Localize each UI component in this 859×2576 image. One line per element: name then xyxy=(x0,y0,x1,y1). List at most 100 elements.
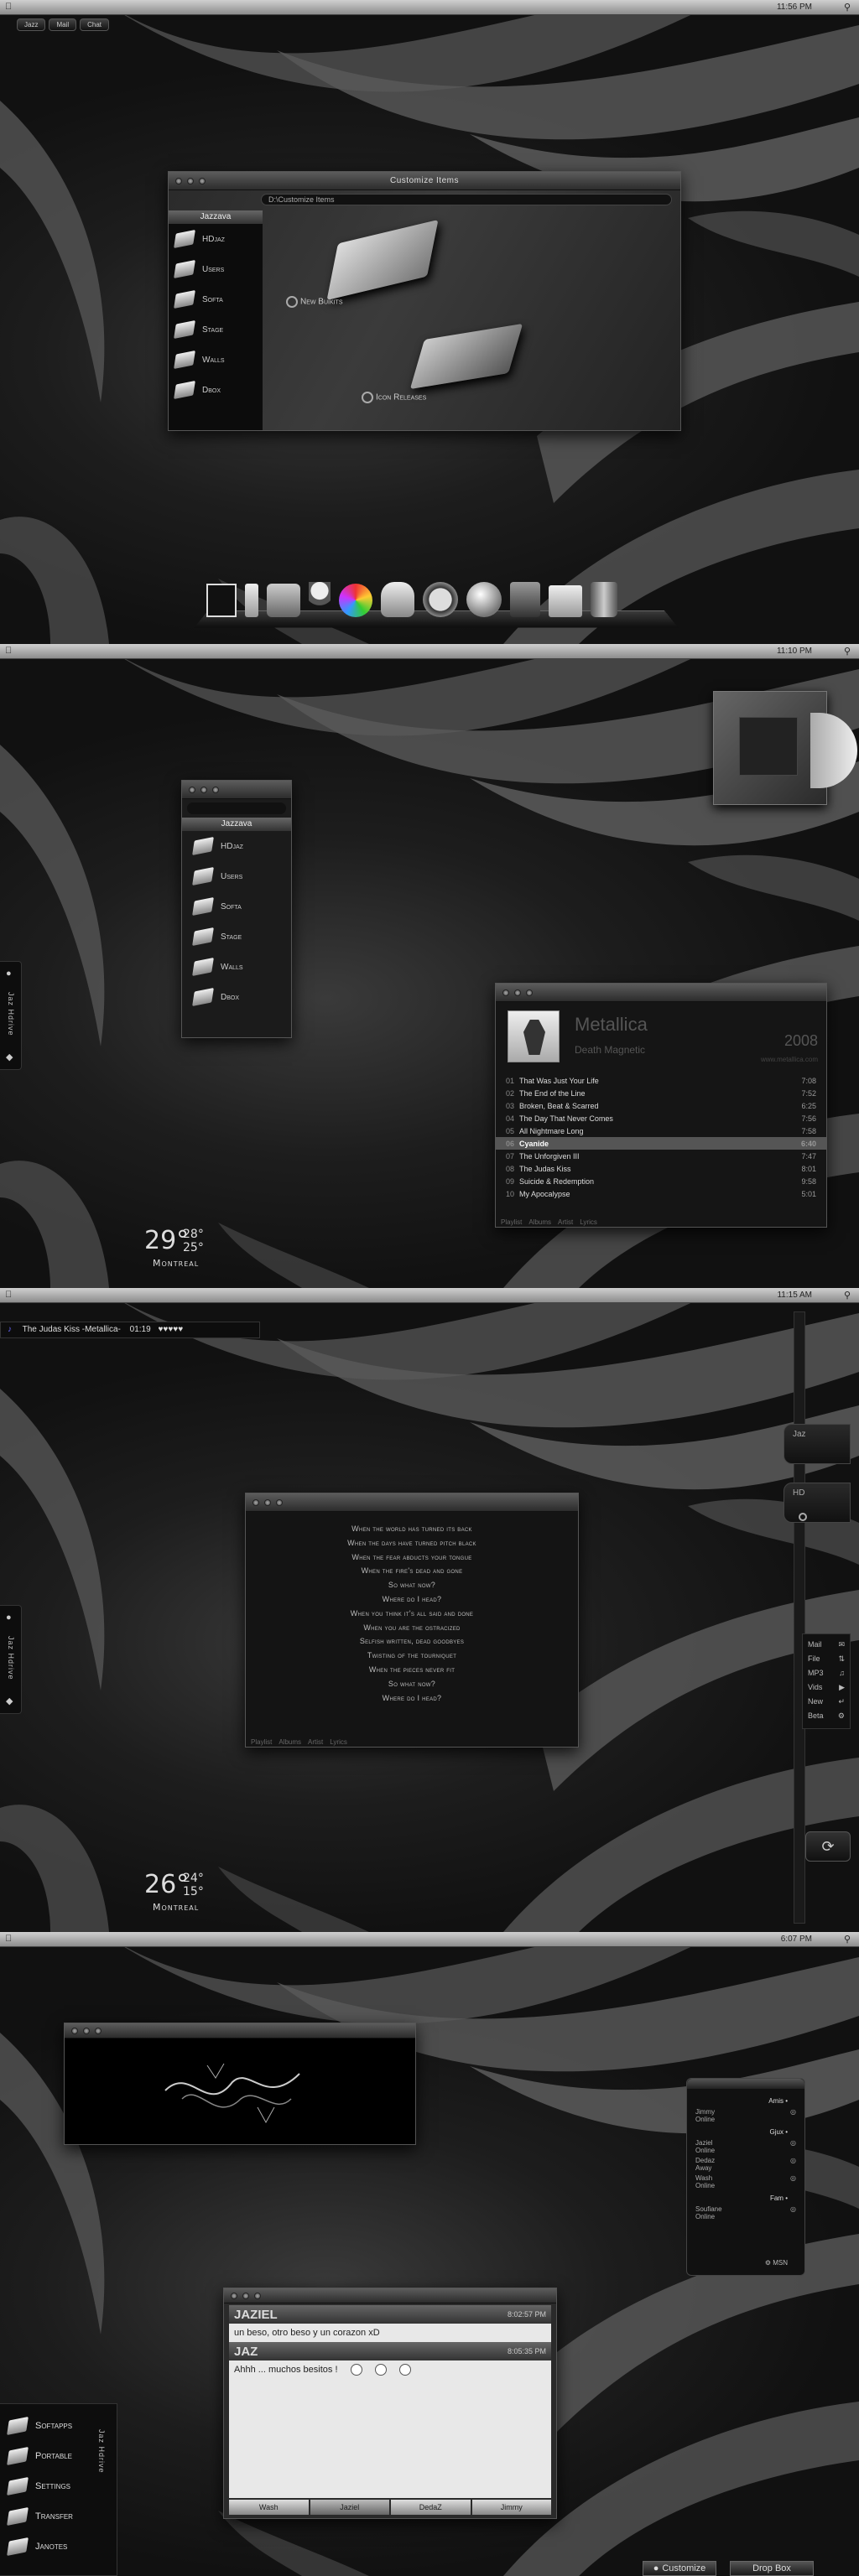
track-row[interactable]: 02 The End of the Line 7:52 xyxy=(496,1087,826,1099)
buddy-group[interactable]: Amis • xyxy=(695,2097,796,2105)
track-row[interactable]: 05 All Nightmare Long 7:58 xyxy=(496,1124,826,1137)
sidebar-item-softa[interactable]: Softa xyxy=(187,891,291,922)
quick-menu-mp3[interactable]: MP3 ♫ xyxy=(808,1666,845,1680)
drawer-item[interactable]: Transfer xyxy=(7,2501,117,2532)
window-titlebar[interactable] xyxy=(246,1493,578,1512)
track-row[interactable]: 07 The Unforgiven III 7:47 xyxy=(496,1150,826,1162)
window-titlebar[interactable]: Customize Items xyxy=(169,172,680,190)
sidebar-item-hdjaz[interactable]: HDjaz xyxy=(169,224,263,254)
icon-releases-folder-icon[interactable] xyxy=(409,323,523,390)
buddy-group[interactable]: Fam • xyxy=(695,2194,796,2202)
speaker-icon[interactable] xyxy=(423,582,458,617)
now-playing-bar[interactable]: ♪ The Judas Kiss -Metallica- 01:19 ♥♥♥♥♥ xyxy=(0,1322,260,1338)
track-row[interactable]: 03 Broken, Beat & Scarred 6:25 xyxy=(496,1099,826,1112)
apple-icon[interactable]:  xyxy=(5,1290,12,1300)
chat-tab-dedaz[interactable]: DedaZ xyxy=(391,2500,471,2515)
sidebar-item-stage[interactable]: Stage xyxy=(187,922,291,952)
zoom-button[interactable] xyxy=(276,1499,283,1506)
close-button[interactable] xyxy=(189,787,195,793)
minimize-button[interactable] xyxy=(83,2028,90,2034)
refresh-icon[interactable]: ⟳ xyxy=(805,1831,851,1862)
sidebar-item-users[interactable]: Users xyxy=(169,254,263,284)
spotlight-icon[interactable]: ⚲ xyxy=(844,646,851,657)
close-button[interactable] xyxy=(502,989,509,996)
zoom-button[interactable] xyxy=(212,787,219,793)
chat-tab-jaziel[interactable]: Jaziel xyxy=(310,2500,389,2515)
sidebar-item-softa[interactable]: Softa xyxy=(169,284,263,314)
quick-menu-file[interactable]: File ⇅ xyxy=(808,1652,845,1666)
knob-icon[interactable] xyxy=(799,1513,807,1521)
buddy-contact[interactable]: Soufiane Online ◎ xyxy=(695,2205,796,2220)
close-button[interactable] xyxy=(252,1499,259,1506)
msn-button[interactable]: ⚙ MSN xyxy=(765,2259,788,2267)
sidebar-item-walls[interactable]: Walls xyxy=(187,952,291,982)
quick-menu-new[interactable]: New ↵ xyxy=(808,1695,845,1709)
window-titlebar[interactable] xyxy=(687,2079,804,2089)
window-titlebar[interactable] xyxy=(65,2023,415,2038)
drawer-item[interactable]: Settings xyxy=(7,2471,117,2501)
window-titlebar[interactable] xyxy=(496,984,826,1002)
tab-hd[interactable]: HD xyxy=(784,1483,851,1523)
tab-mail[interactable]: Mail xyxy=(49,18,77,31)
track-row[interactable]: 04 The Day That Never Comes 7:56 xyxy=(496,1112,826,1124)
minimize-button[interactable] xyxy=(187,178,194,184)
zoom-button[interactable] xyxy=(199,178,206,184)
printer-icon[interactable] xyxy=(267,584,300,617)
track-row[interactable]: 01 That Was Just Your Life 7:08 xyxy=(496,1074,826,1087)
path-field[interactable] xyxy=(187,802,286,814)
left-drive-tab[interactable]: ● Jaz Hdrive ◆ xyxy=(0,961,22,1070)
zoom-button[interactable] xyxy=(526,989,533,996)
window-titlebar[interactable] xyxy=(224,2288,556,2303)
buddy-contact[interactable]: Jimmy Online ◎ xyxy=(695,2108,796,2123)
sphere-icon[interactable] xyxy=(466,582,502,617)
sidebar-item-stage[interactable]: Stage xyxy=(169,314,263,345)
close-button[interactable] xyxy=(231,2293,237,2299)
track-row[interactable]: 09 Suicide & Redemption 9:58 xyxy=(496,1175,826,1187)
icon-releases-label[interactable]: Icon Releases xyxy=(362,392,426,403)
tab-playlist[interactable]: Playlist xyxy=(251,1738,272,1746)
new-buikits-label[interactable]: New Buikits xyxy=(286,296,343,308)
finder-icon[interactable] xyxy=(510,582,540,617)
tab-chat[interactable]: Chat xyxy=(80,18,110,31)
new-buikits-folder-icon[interactable] xyxy=(326,219,439,301)
spotlight-icon[interactable]: ⚲ xyxy=(844,2,851,13)
quick-menu-beta[interactable]: Beta ⚙ xyxy=(808,1709,845,1723)
sidebar-item-users[interactable]: Users xyxy=(187,861,291,891)
zoom-button[interactable] xyxy=(95,2028,102,2034)
drop-box-button[interactable]: Drop Box xyxy=(730,2561,814,2576)
tab-artist[interactable]: Artist xyxy=(558,1218,573,1226)
customize-button[interactable]: ● Customize xyxy=(643,2561,716,2576)
rating-hearts-icon[interactable]: ♥♥♥♥♥ xyxy=(158,1325,183,1334)
spotlight-icon[interactable]: ⚲ xyxy=(844,1290,851,1301)
trash-icon[interactable] xyxy=(591,582,617,617)
close-button[interactable] xyxy=(71,2028,78,2034)
sidebar-item-dbox[interactable]: Dbox xyxy=(187,982,291,1012)
minimize-button[interactable] xyxy=(200,787,207,793)
sidebar-item-hdjaz[interactable]: HDjaz xyxy=(187,831,291,861)
tab-artist[interactable]: Artist xyxy=(308,1738,323,1746)
minimize-button[interactable] xyxy=(242,2293,249,2299)
sidebar-item-walls[interactable]: Walls xyxy=(169,345,263,375)
tab-jazz[interactable]: Jazz xyxy=(17,18,46,31)
window-titlebar[interactable] xyxy=(182,781,291,799)
tab-jaz[interactable]: Jaz xyxy=(784,1424,851,1464)
tab-playlist[interactable]: Playlist xyxy=(501,1218,522,1226)
track-row[interactable]: 10 My Apocalypse 5:01 xyxy=(496,1187,826,1200)
apple-icon[interactable]:  xyxy=(5,2,12,12)
track-row[interactable]: 06 Cyanide 6:40 xyxy=(496,1137,826,1150)
buddy-contact[interactable]: Wash Online ◎ xyxy=(695,2174,796,2189)
tab-lyrics[interactable]: Lyrics xyxy=(330,1738,347,1746)
tab-albums[interactable]: Albums xyxy=(528,1218,551,1226)
itunes-icon[interactable] xyxy=(339,584,372,617)
buddy-contact[interactable]: Dedaz Away ◎ xyxy=(695,2157,796,2172)
microphone-icon[interactable] xyxy=(309,582,331,617)
quick-menu-mail[interactable]: Mail ✉ xyxy=(808,1638,845,1652)
minimize-button[interactable] xyxy=(514,989,521,996)
tab-lyrics[interactable]: Lyrics xyxy=(580,1218,597,1226)
drawer-item[interactable]: Janotes xyxy=(7,2532,117,2562)
chat-tab-wash[interactable]: Wash xyxy=(229,2500,309,2515)
close-button[interactable] xyxy=(175,178,182,184)
tab-albums[interactable]: Albums xyxy=(279,1738,301,1746)
ipod-icon[interactable] xyxy=(245,584,258,617)
apple-icon[interactable]:  xyxy=(5,646,12,656)
